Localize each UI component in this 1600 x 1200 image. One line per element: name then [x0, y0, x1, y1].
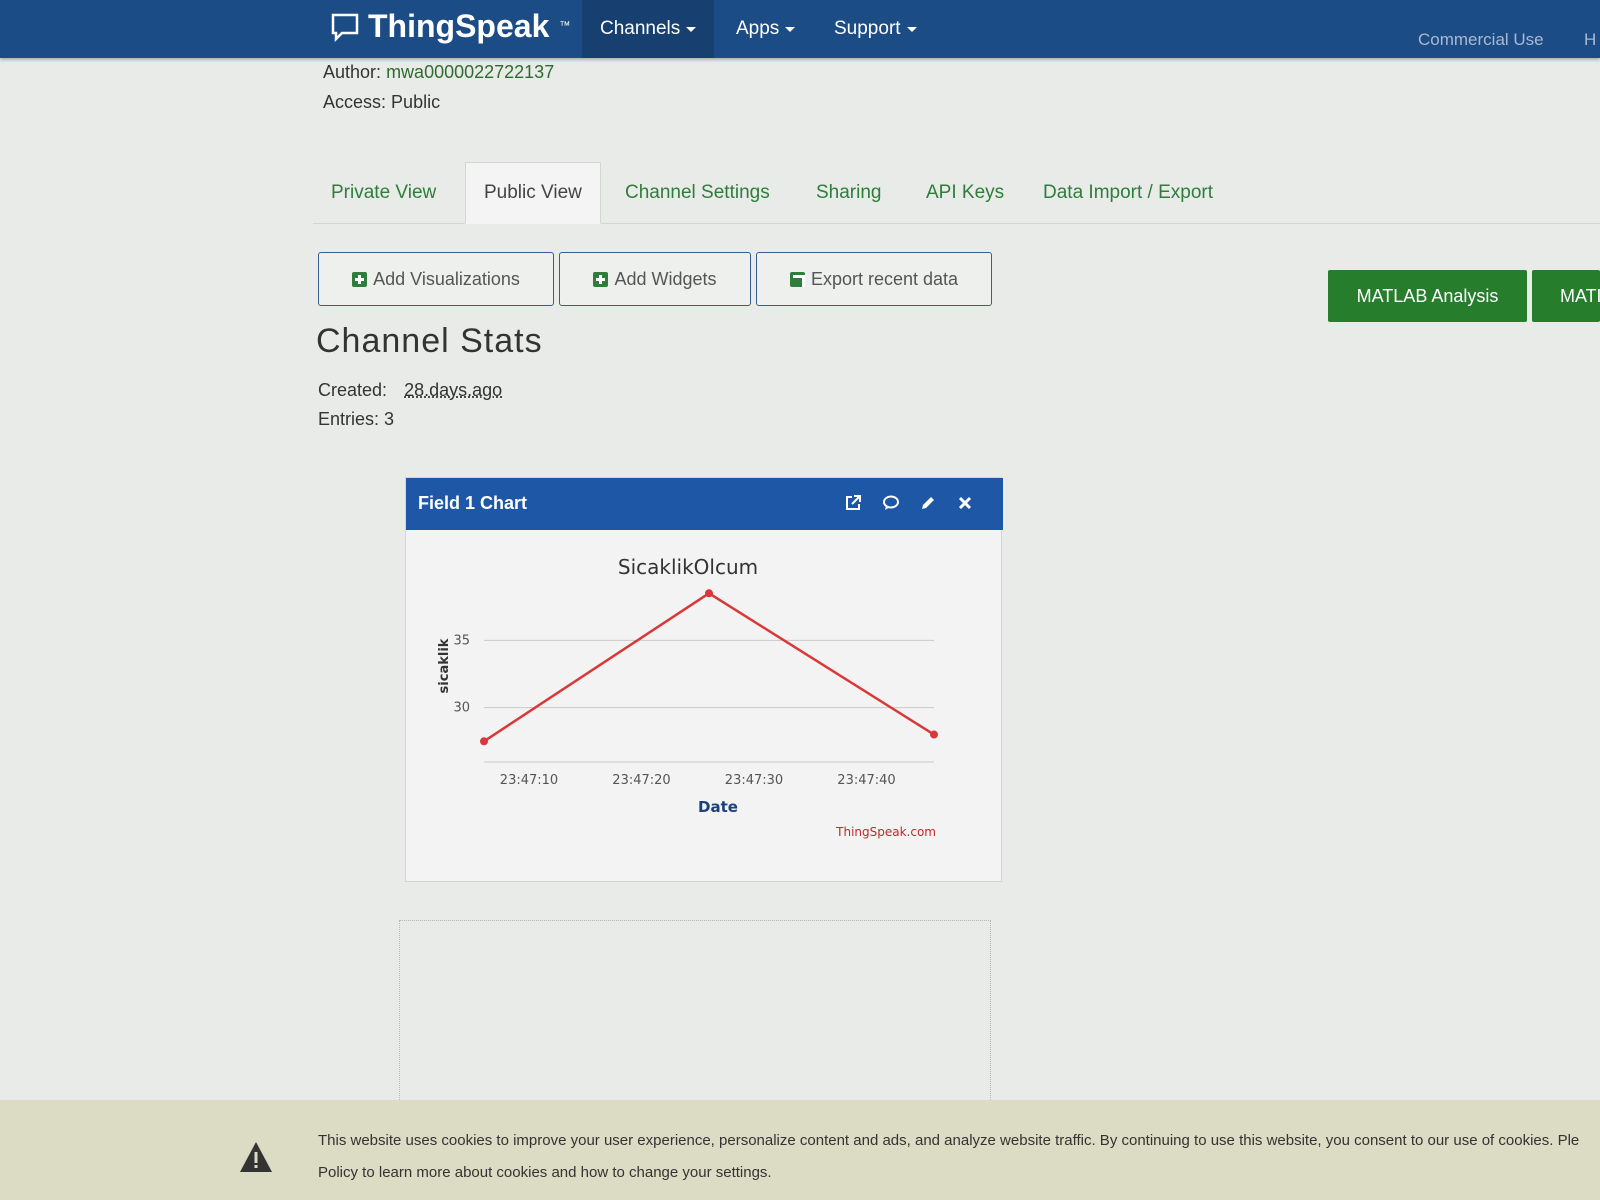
chart-credit[interactable]: ThingSpeak.com [835, 825, 936, 839]
author-line: Author: mwa0000022722137 [323, 62, 554, 83]
access-value: Public [391, 92, 441, 112]
export-recent-data-label: Export recent data [810, 268, 959, 289]
created-line: Created: 28.days.ago [318, 380, 502, 401]
plus-icon [352, 271, 368, 287]
tab-data-import-export[interactable]: Data Import / Export [1025, 162, 1231, 224]
access-line: Access: Public [323, 92, 440, 113]
matlab-analysis-button[interactable]: MATLAB Analysis [1328, 270, 1527, 322]
x-tick-label: 23:47:20 [612, 773, 670, 788]
export-icon [789, 271, 805, 287]
cookie-text: This website uses cookies to improve you… [318, 1125, 1588, 1189]
comment-icon[interactable] [878, 490, 904, 516]
top-navbar: ThingSpeak ™ Channels Apps Support Commer… [0, 0, 1600, 58]
chart-title: SicaklikOlcum [618, 555, 758, 579]
tab-sharing[interactable]: Sharing [798, 162, 900, 224]
trademark: ™ [559, 20, 571, 32]
entries-line: Entries: 3 [318, 409, 394, 430]
add-visualizations-label: Add Visualizations [373, 268, 520, 289]
warning-icon [240, 1142, 272, 1172]
pencil-icon[interactable] [915, 490, 941, 516]
add-visualizations-button[interactable]: Add Visualizations [318, 252, 554, 306]
nav-channels-label: Channels [600, 18, 681, 39]
x-tick-label: 23:47:10 [500, 773, 558, 788]
brand-name: ThingSpeak [368, 7, 550, 44]
channel-stats-title: Channel Stats [316, 322, 543, 360]
empty-widget-placeholder [399, 920, 991, 1120]
nav-channels[interactable]: Channels [582, 0, 715, 58]
author-label: Author: [323, 62, 382, 82]
cookie-text-line-1: This website uses cookies to improve you… [318, 1132, 1580, 1149]
entries-label: Entries: [318, 409, 380, 429]
access-label: Access: [323, 92, 387, 112]
series-line [483, 591, 935, 743]
external-link-icon[interactable] [840, 490, 866, 516]
thingspeak-logo[interactable]: ThingSpeak ™ [330, 4, 570, 48]
close-icon[interactable] [952, 490, 978, 516]
tab-channel-settings[interactable]: Channel Settings [607, 162, 788, 224]
x-axis-label: Date [698, 798, 738, 816]
tab-public-view[interactable]: Public View [465, 162, 601, 224]
cookie-text-line-2: Policy to learn more about cookies and h… [318, 1164, 772, 1181]
x-tick-label: 23:47:30 [725, 773, 783, 788]
entries-value: 3 [384, 409, 395, 429]
chevron-down-icon [686, 26, 697, 32]
x-tick-label: 23:47:40 [837, 773, 895, 788]
widget-header: Field 1 Chart [406, 478, 1003, 530]
nav-support-label: Support [834, 18, 901, 39]
data-point [930, 730, 938, 739]
y-axis-label: sicaklik [437, 638, 452, 693]
chat-bubble-icon [330, 12, 360, 43]
y-tick-label: 30 [453, 701, 470, 716]
author-value[interactable]: mwa0000022722137 [386, 62, 554, 82]
created-value: 28.days.ago [404, 380, 503, 400]
chevron-down-icon [906, 26, 917, 32]
chevron-down-icon [785, 26, 796, 32]
export-recent-data-button[interactable]: Export recent data [756, 252, 992, 306]
add-widgets-button[interactable]: Add Widgets [559, 252, 751, 306]
data-point [705, 589, 713, 598]
data-point [480, 737, 488, 746]
tab-private-view[interactable]: Private View [313, 162, 454, 224]
y-tick-label: 35 [453, 633, 470, 648]
nav-commercial-use[interactable]: Commercial Use [1418, 22, 1544, 58]
nav-truncated-item[interactable]: H [1584, 22, 1596, 58]
line-chart: SicaklikOlcum 30 35 23:47:10 23:47:20 23:47… [437, 555, 938, 839]
nav-support[interactable]: Support [816, 0, 935, 58]
matlab-visualization-button[interactable]: MATL [1532, 270, 1600, 322]
nav-apps-label: Apps [736, 18, 780, 39]
widget-title: Field 1 Chart [418, 493, 528, 513]
add-widgets-label: Add Widgets [614, 268, 717, 289]
created-label: Created: [318, 380, 388, 400]
plus-icon [593, 271, 609, 287]
tab-api-keys[interactable]: API Keys [908, 162, 1022, 224]
nav-apps[interactable]: Apps [718, 0, 813, 58]
field-chart-widget: Field 1 Chart SicaklikOlcum 30 35 23:47:1… [405, 477, 1003, 882]
channel-tabs: Private View Public View Channel Setting… [313, 162, 1600, 224]
